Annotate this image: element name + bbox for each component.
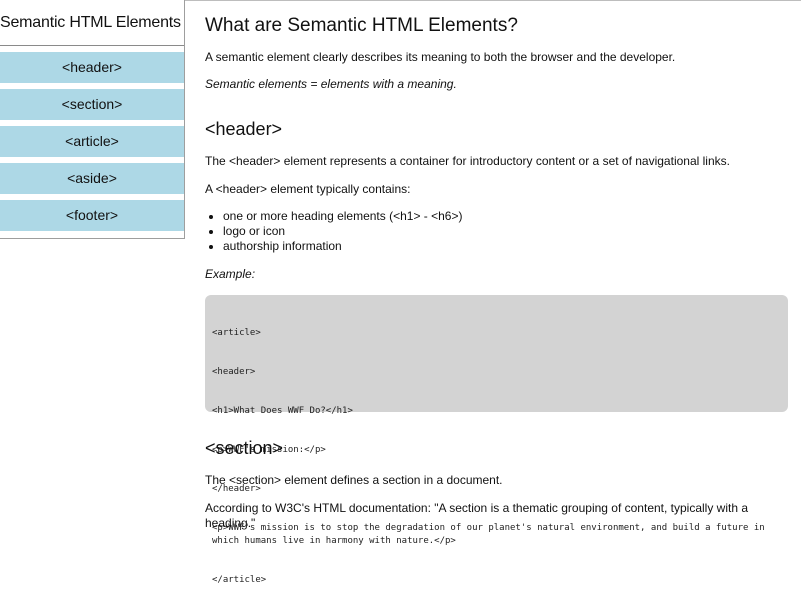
code-line: <h1>What Does WWF Do?</h1> — [212, 406, 353, 416]
code-line: <header> — [212, 367, 256, 377]
sidebar-item-aside[interactable]: <aside> — [0, 163, 184, 194]
sidebar-item-article[interactable]: <article> — [0, 126, 184, 157]
sidebar-title: Semantic HTML Elements — [0, 0, 184, 46]
code-line: <article> — [212, 328, 261, 338]
intro-italic: Semantic elements = elements with a mean… — [205, 77, 457, 91]
list-item: one or more heading elements (<h1> - <h6… — [223, 209, 462, 224]
list-item: logo or icon — [223, 224, 462, 239]
list-item: authorship information — [223, 239, 462, 254]
sidebar-item-header[interactable]: <header> — [0, 52, 184, 83]
code-example-block: <article> <header> <h1>What Does WWF Do?… — [205, 295, 788, 585]
header-heading: <header> — [205, 119, 283, 139]
example-label: Example: — [205, 267, 256, 281]
page-title: What are Semantic HTML Elements? — [205, 15, 518, 36]
intro-paragraph: A semantic element clearly describes its… — [205, 50, 676, 64]
sidebar-list: <header> <section> <article> <aside> <fo… — [0, 52, 184, 231]
header-paragraph-2: A <header> element typically contains: — [205, 182, 411, 196]
section-heading: <section> — [205, 438, 284, 458]
sidebar: Semantic HTML Elements <header> <section… — [0, 0, 185, 239]
code-line: <p>WWF's mission:</p> — [212, 445, 326, 455]
section-paragraph-1: The <section> element defines a section … — [205, 473, 503, 487]
sidebar-item-footer[interactable]: <footer> — [0, 200, 184, 231]
header-contents-list: one or more heading elements (<h1> - <h6… — [205, 209, 462, 254]
code-line: </article> — [212, 575, 267, 585]
sidebar-item-section[interactable]: <section> — [0, 89, 184, 120]
section-paragraph-2: According to W3C's HTML documentation: "… — [205, 501, 749, 530]
header-paragraph-1: The <header> element represents a contai… — [205, 154, 730, 168]
